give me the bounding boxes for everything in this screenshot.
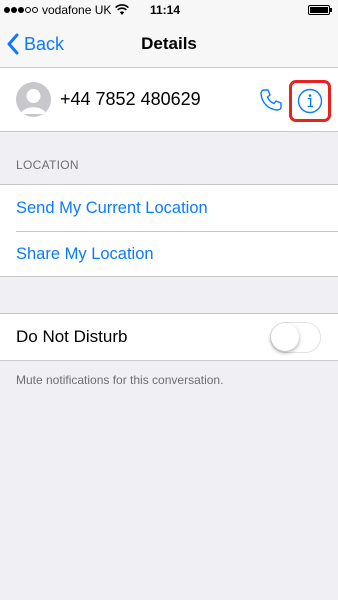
status-time: 11:14	[150, 3, 181, 17]
share-location-button[interactable]: Share My Location	[16, 245, 154, 264]
do-not-disturb-label: Do Not Disturb	[16, 327, 128, 346]
wifi-icon	[115, 4, 130, 15]
page-title: Details	[141, 34, 197, 53]
navigation-bar: Back Details	[0, 20, 338, 68]
location-group: Send My Current Location Share My Locati…	[0, 184, 338, 277]
do-not-disturb-row: Do Not Disturb	[0, 313, 338, 361]
status-left: vodafone UK	[4, 3, 130, 17]
signal-strength-icon	[4, 7, 38, 13]
divider	[16, 231, 338, 232]
do-not-disturb-toggle[interactable]	[270, 322, 321, 353]
info-icon[interactable]	[297, 88, 323, 114]
phone-number: +44 7852 480629	[60, 89, 201, 109]
status-bar: vodafone UK 11:14	[0, 0, 338, 20]
do-not-disturb-note: Mute notifications for this conversation…	[16, 373, 224, 387]
toggle-knob[interactable]	[271, 323, 299, 351]
contact-row: +44 7852 480629	[0, 68, 338, 132]
location-section-header: LOCATION	[16, 158, 79, 172]
avatar-placeholder-icon[interactable]	[16, 82, 51, 117]
phone-icon[interactable]	[258, 87, 284, 113]
send-current-location-button[interactable]: Send My Current Location	[16, 199, 208, 218]
battery-icon	[308, 5, 332, 15]
carrier-name: vodafone UK	[42, 3, 112, 17]
